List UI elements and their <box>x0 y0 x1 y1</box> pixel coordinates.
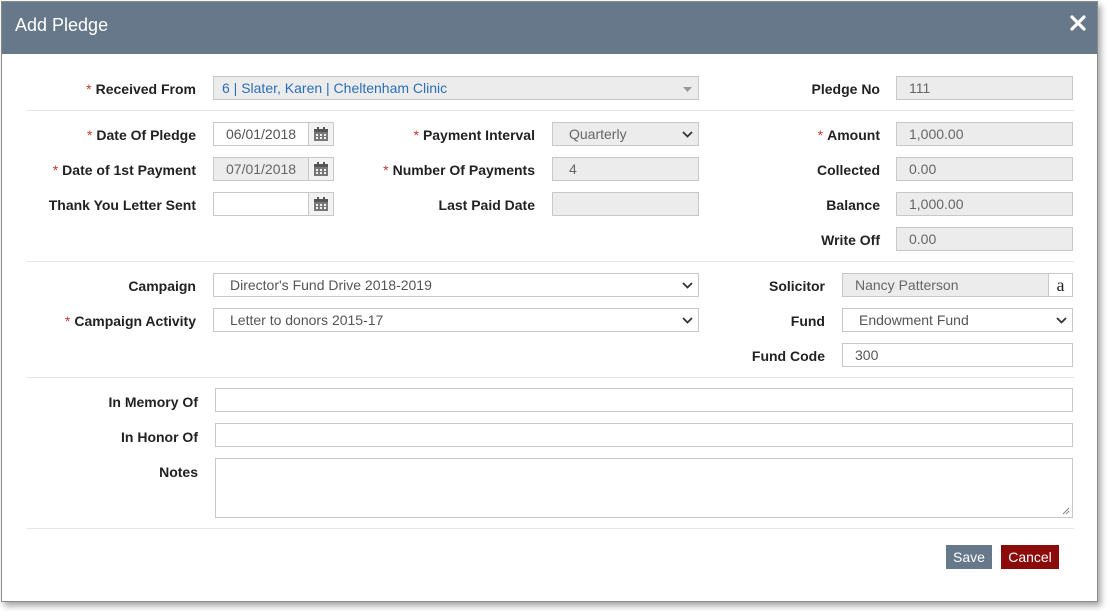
solicitor-field[interactable]: Nancy Patterson <box>842 273 1049 297</box>
close-icon[interactable] <box>1068 13 1088 33</box>
number-of-payments-label: * Number Of Payments <box>383 162 535 178</box>
fund-code-label: Fund Code <box>751 348 825 364</box>
fund-code-input[interactable]: 300 <box>842 343 1073 367</box>
thank-you-letter-input[interactable] <box>213 192 309 216</box>
in-honor-of-label: In Honor Of <box>121 429 198 445</box>
divider <box>27 528 1074 529</box>
chevron-down-icon <box>682 131 693 138</box>
payment-interval-select[interactable]: Quarterly <box>552 122 699 146</box>
notes-label: Notes <box>159 464 198 480</box>
campaign-select[interactable]: Director's Fund Drive 2018-2019 <box>213 273 699 297</box>
last-paid-date-label: Last Paid Date <box>438 197 535 213</box>
received-from-label: * Received From <box>86 81 196 97</box>
received-from-select[interactable]: 6 | Slater, Karen | Cheltenham Clinic <box>213 76 699 100</box>
campaign-label: Campaign <box>128 278 196 294</box>
divider <box>27 261 1074 262</box>
divider <box>27 110 1074 111</box>
payment-interval-label: * Payment Interval <box>413 127 535 143</box>
resize-grip-icon[interactable] <box>1062 507 1070 515</box>
number-of-payments-field[interactable]: 4 <box>552 157 699 181</box>
campaign-activity-select[interactable]: Letter to donors 2015-17 <box>213 308 699 332</box>
amount-label: * Amount <box>817 127 880 143</box>
solicitor-label: Solicitor <box>768 278 825 294</box>
dialog-title: Add Pledge <box>15 15 109 35</box>
chevron-down-icon <box>682 86 693 93</box>
save-button[interactable]: Save <box>946 545 992 569</box>
chevron-down-icon <box>682 317 693 324</box>
chevron-down-icon <box>682 282 693 289</box>
date-of-pledge-input[interactable]: 06/01/2018 <box>213 122 309 146</box>
dialog-titlebar: Add Pledge <box>2 2 1097 54</box>
chevron-down-icon <box>1056 317 1067 324</box>
fund-select[interactable]: Endowment Fund <box>842 308 1073 332</box>
calendar-icon[interactable] <box>309 157 334 181</box>
amount-field[interactable]: 1,000.00 <box>896 122 1073 146</box>
thank-you-letter-label: Thank You Letter Sent <box>48 197 196 213</box>
in-memory-of-input[interactable] <box>215 388 1073 412</box>
collected-field[interactable]: 0.00 <box>896 157 1073 181</box>
date-first-payment-label: * Date of 1st Payment <box>52 162 196 178</box>
last-paid-date-field[interactable] <box>552 192 699 216</box>
write-off-field[interactable]: 0.00 <box>896 227 1073 251</box>
pledge-no-field[interactable]: 111 <box>896 76 1073 100</box>
pledge-no-label: Pledge No <box>811 81 880 97</box>
calendar-icon[interactable] <box>309 122 334 146</box>
date-first-payment-input[interactable]: 07/01/2018 <box>213 157 309 181</box>
in-memory-of-label: In Memory Of <box>108 394 198 410</box>
required-marker: * <box>86 81 92 97</box>
fund-label: Fund <box>790 313 825 329</box>
balance-field[interactable]: 1,000.00 <box>896 192 1073 216</box>
date-of-pledge-label: * Date Of Pledge <box>86 127 196 143</box>
campaign-activity-label: * Campaign Activity <box>64 313 196 329</box>
notes-textarea[interactable] <box>215 458 1073 518</box>
divider <box>27 377 1074 378</box>
lookup-icon[interactable]: a <box>1048 273 1073 297</box>
write-off-label: Write Off <box>821 232 880 248</box>
cancel-button[interactable]: Cancel <box>1001 545 1059 569</box>
collected-label: Collected <box>816 162 880 178</box>
in-honor-of-input[interactable] <box>215 423 1073 447</box>
calendar-icon[interactable] <box>309 192 334 216</box>
balance-label: Balance <box>826 197 880 213</box>
add-pledge-dialog: Add Pledge * Received From 6 | Slater, Ka… <box>1 1 1098 602</box>
